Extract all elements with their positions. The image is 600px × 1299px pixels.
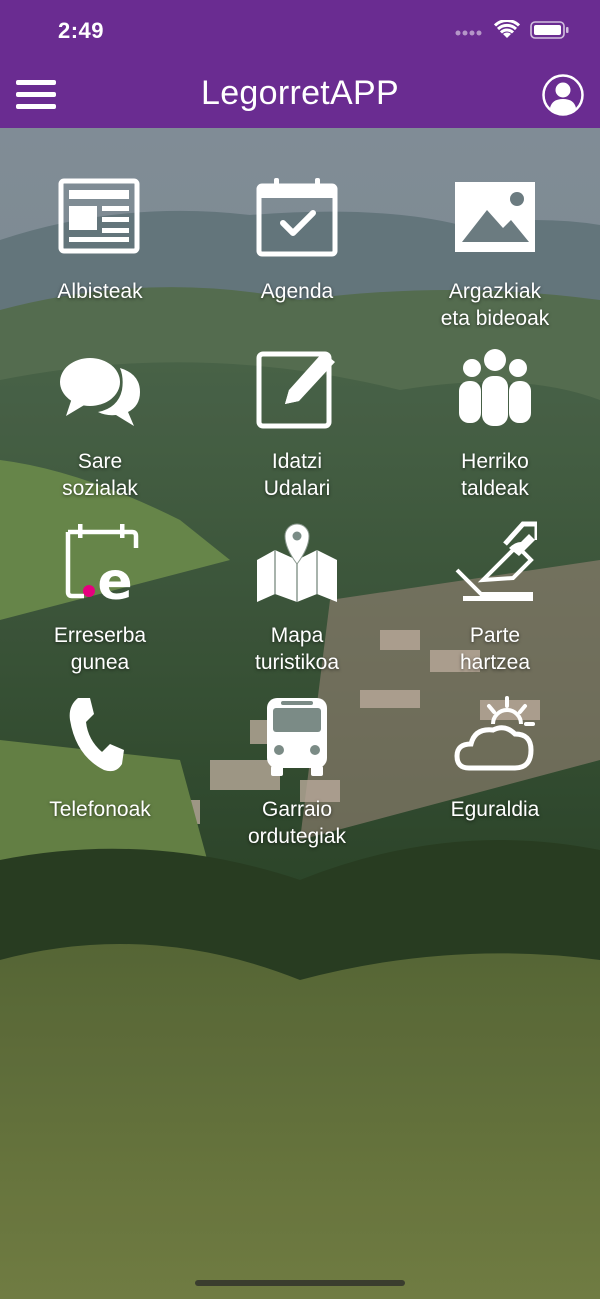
- newspaper-icon: [58, 178, 140, 254]
- status-time: 2:49: [58, 18, 105, 43]
- tile-mapa-turistikoa[interactable]: Mapa turistikoa: [197, 520, 397, 676]
- tile-label: Mapa turistikoa: [254, 624, 340, 674]
- image-icon: [455, 182, 535, 252]
- tile-eguraldia[interactable]: Eguraldia: [395, 694, 595, 823]
- chat-bubbles-icon: [60, 358, 140, 426]
- reservation-e-icon: e: [65, 524, 139, 604]
- app-title: LegorretAPP: [201, 74, 399, 112]
- profile-button[interactable]: [542, 74, 584, 116]
- tile-telefonoak[interactable]: Telefonoak: [0, 694, 200, 823]
- tile-label: Sare sozialak: [62, 450, 138, 500]
- tile-herriko-taldeak[interactable]: Herriko taldeak: [395, 346, 595, 502]
- tile-label: Eguraldia: [450, 798, 540, 821]
- bus-icon: [267, 698, 327, 776]
- home-indicator[interactable]: [195, 1280, 405, 1286]
- signal-icon: [455, 30, 482, 36]
- weather-sun-cloud-icon: [454, 696, 535, 771]
- battery-icon: [530, 21, 569, 39]
- tile-label: Garraio ordutegiak: [247, 798, 347, 848]
- tile-parte-hartzea[interactable]: Parte hartzea: [395, 520, 595, 676]
- tile-label: Idatzi Udalari: [263, 450, 331, 500]
- tile-label: Telefonoak: [49, 798, 151, 821]
- tile-idatzi-udalari[interactable]: Idatzi Udalari: [197, 346, 397, 502]
- tile-albisteak[interactable]: Albisteak: [0, 176, 200, 305]
- phone-icon: [69, 698, 124, 772]
- tile-garraio-ordutegiak[interactable]: Garraio ordutegiak: [197, 694, 397, 850]
- tile-erreserba-gunea[interactable]: e Erreserba gunea: [0, 520, 200, 676]
- group-people-icon: [459, 349, 531, 426]
- svg-text:e: e: [97, 552, 132, 604]
- tile-label: Erreserba gunea: [53, 624, 147, 674]
- status-icons: [454, 20, 570, 40]
- tile-sare-sozialak[interactable]: Sare sozialak: [0, 346, 200, 502]
- tile-label: Argazkiak eta bideoak: [440, 280, 550, 330]
- tile-argazkiak[interactable]: Argazkiak eta bideoak: [395, 176, 595, 332]
- app-header: 2:49 LegorretAPP: [0, 0, 600, 128]
- map-pin-icon: [257, 523, 337, 602]
- calendar-check-icon: [256, 178, 338, 257]
- tile-label: Parte hartzea: [459, 624, 531, 674]
- tile-agenda[interactable]: Agenda: [197, 176, 397, 305]
- tile-label: Albisteak: [57, 280, 143, 303]
- pencil-note-icon: [256, 351, 335, 429]
- tile-label: Herriko taldeak: [461, 450, 529, 500]
- vote-ballot-icon: [455, 521, 537, 601]
- tile-label: Agenda: [260, 280, 334, 303]
- wifi-icon: [494, 20, 520, 38]
